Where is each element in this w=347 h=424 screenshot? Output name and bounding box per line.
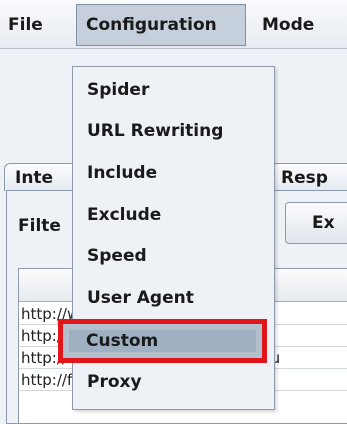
export-button-label: Ex bbox=[312, 213, 335, 233]
menu-item-user-agent[interactable]: User Agent bbox=[87, 287, 194, 309]
menu-item-speed[interactable]: Speed bbox=[87, 245, 147, 267]
filter-label: Filte bbox=[18, 216, 61, 236]
menu-configuration[interactable]: Configuration bbox=[86, 14, 217, 36]
menu-item-exclude[interactable]: Exclude bbox=[87, 204, 161, 226]
menu-item-custom[interactable]: Custom bbox=[86, 330, 158, 352]
menu-item-include[interactable]: Include bbox=[87, 162, 157, 184]
menu-item-spider[interactable]: Spider bbox=[87, 79, 149, 101]
menu-mode[interactable]: Mode bbox=[262, 14, 314, 36]
tab-response[interactable]: Resp bbox=[270, 163, 347, 191]
menu-bar: File Configuration Mode bbox=[0, 0, 347, 49]
menu-item-proxy[interactable]: Proxy bbox=[87, 371, 142, 393]
tab-response-label: Resp bbox=[281, 168, 328, 188]
menu-item-url-rewriting[interactable]: URL Rewriting bbox=[87, 120, 223, 142]
menu-file[interactable]: File bbox=[8, 14, 43, 36]
tab-intercept-label: Inte bbox=[15, 168, 54, 188]
export-button[interactable]: Ex bbox=[285, 202, 347, 244]
